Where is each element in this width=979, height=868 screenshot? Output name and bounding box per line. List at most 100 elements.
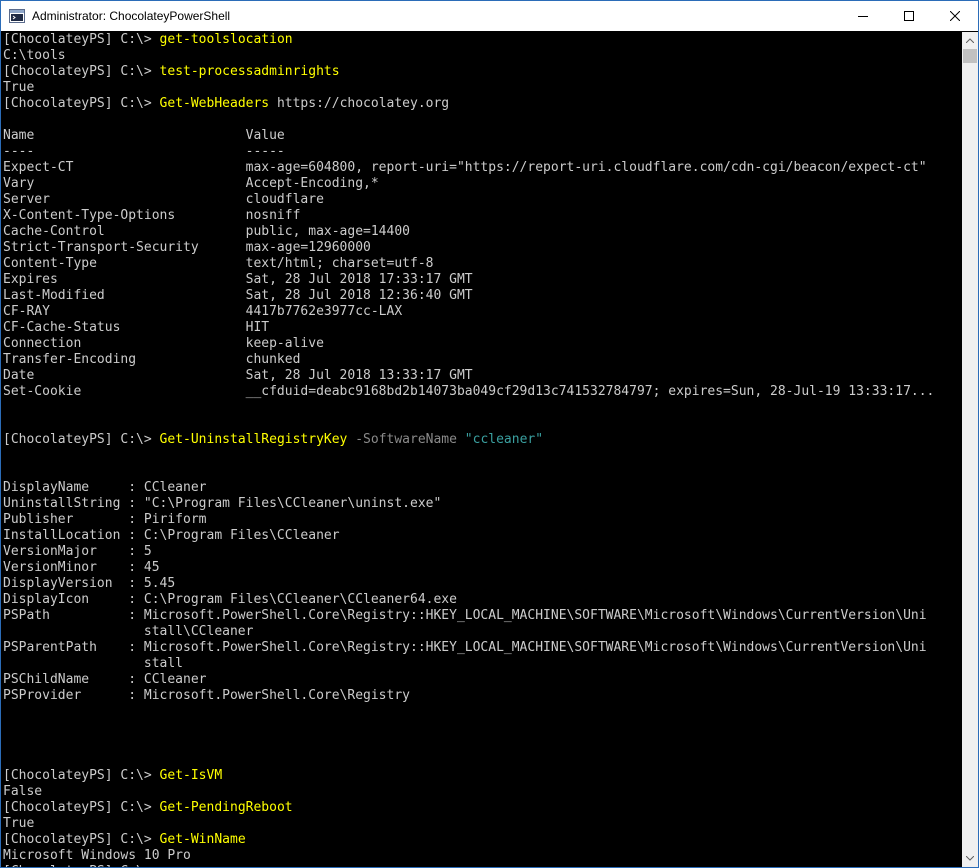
output-text: PSChildName : CCleaner xyxy=(3,672,207,687)
command-text: Get-UninstallRegistryKey xyxy=(159,432,348,447)
output-text: Cache-Control public, max-age=14400 xyxy=(3,224,410,239)
output-text: DisplayVersion : 5.45 xyxy=(3,576,176,591)
maximize-button[interactable] xyxy=(886,1,932,31)
output-text: PSProvider : Microsoft.PowerShell.Core\R… xyxy=(3,688,410,703)
scroll-up-arrow-icon xyxy=(966,38,974,43)
output-text: PSPath : Microsoft.PowerShell.Core\Regis… xyxy=(3,608,927,623)
output-text: PSParentPath : Microsoft.PowerShell.Core… xyxy=(3,640,927,655)
console-line: [ChocolateyPS] C:\> Get-WinName xyxy=(3,832,962,848)
powershell-window: Administrator: ChocolateyPowerShell [Cho… xyxy=(0,0,979,868)
console-line: True xyxy=(3,816,962,832)
console-line: DisplayIcon : C:\Program Files\CCleaner\… xyxy=(3,592,962,608)
console-line: stall\CCleaner xyxy=(3,624,962,640)
powershell-app-icon[interactable] xyxy=(9,8,25,24)
output-text: Transfer-Encoding chunked xyxy=(3,352,301,367)
console-line: [ChocolateyPS] C:\> xyxy=(3,864,962,867)
output-text: VersionMajor : 5 xyxy=(3,544,152,559)
console-line: Publisher : Piriform xyxy=(3,512,962,528)
output-text: UninstallString : "C:\Program Files\CCle… xyxy=(3,496,442,511)
console-line: VersionMinor : 45 xyxy=(3,560,962,576)
maximize-icon xyxy=(904,11,914,21)
console-line: Last-Modified Sat, 28 Jul 2018 12:36:40 … xyxy=(3,288,962,304)
output-text: [ChocolateyPS] C:\> xyxy=(3,832,160,847)
console-line: X-Content-Type-Options nosniff xyxy=(3,208,962,224)
scroll-down-button[interactable] xyxy=(962,850,978,867)
console-line: PSChildName : CCleaner xyxy=(3,672,962,688)
output-text: Vary Accept-Encoding,* xyxy=(3,176,379,191)
console-line: [ChocolateyPS] C:\> Get-WebHeaders https… xyxy=(3,96,962,112)
output-text: VersionMinor : 45 xyxy=(3,560,160,575)
console-line: PSProvider : Microsoft.PowerShell.Core\R… xyxy=(3,688,962,704)
console-line: Name Value xyxy=(3,128,962,144)
console-line: Date Sat, 28 Jul 2018 13:33:17 GMT xyxy=(3,368,962,384)
command-text: Get-PendingReboot xyxy=(159,800,293,815)
scroll-down-arrow-icon xyxy=(966,856,974,861)
title-bar[interactable]: Administrator: ChocolateyPowerShell xyxy=(1,1,978,31)
output-text: [ChocolateyPS] C:\> xyxy=(3,96,160,111)
console-line: [ChocolateyPS] C:\> get-toolslocation xyxy=(3,32,962,48)
console-line: True xyxy=(3,80,962,96)
output-text: [ChocolateyPS] C:\> xyxy=(3,864,160,867)
scroll-up-button[interactable] xyxy=(962,32,978,49)
window-title: Administrator: ChocolateyPowerShell xyxy=(32,9,231,23)
console-output[interactable]: [ChocolateyPS] C:\> get-toolslocation C:\… xyxy=(1,32,962,867)
console-text: [ChocolateyPS] C:\> get-toolslocation C:\… xyxy=(1,32,962,867)
scroll-thumb[interactable] xyxy=(963,49,977,63)
output-text: Date Sat, 28 Jul 2018 13:33:17 GMT xyxy=(3,368,473,383)
console-line: VersionMajor : 5 xyxy=(3,544,962,560)
minimize-button[interactable] xyxy=(840,1,886,31)
output-text: [ChocolateyPS] C:\> xyxy=(3,32,160,47)
vertical-scrollbar[interactable] xyxy=(962,32,978,867)
console-line: stall xyxy=(3,656,962,672)
console-line: Server cloudflare xyxy=(3,192,962,208)
console-line: Set-Cookie __cfduid=deabc9168bd2b14073ba… xyxy=(3,384,962,400)
console-line: [ChocolateyPS] C:\> test-processadminrig… xyxy=(3,64,962,80)
console-line: InstallLocation : C:\Program Files\CClea… xyxy=(3,528,962,544)
console-line: Expect-CT max-age=604800, report-uri="ht… xyxy=(3,160,962,176)
minimize-icon xyxy=(858,16,868,17)
command-text: test-processadminrights xyxy=(159,64,340,79)
console-line: CF-Cache-Status HIT xyxy=(3,320,962,336)
console-line: Transfer-Encoding chunked xyxy=(3,352,962,368)
console-line: CF-RAY 4417b7762e3977cc-LAX xyxy=(3,304,962,320)
output-text: [ChocolateyPS] C:\> xyxy=(3,64,160,79)
output-text: Strict-Transport-Security max-age=129600… xyxy=(3,240,371,255)
output-text: https://chocolatey.org xyxy=(269,96,450,111)
console-line: Microsoft Windows 10 Pro xyxy=(3,848,962,864)
output-text: InstallLocation : C:\Program Files\CClea… xyxy=(3,528,340,543)
console-line: Vary Accept-Encoding,* xyxy=(3,176,962,192)
console-line: ---- ----- xyxy=(3,144,962,160)
string-text: "ccleaner" xyxy=(464,432,544,447)
output-text: True xyxy=(3,80,35,95)
console-line: C:\tools xyxy=(3,48,962,64)
output-text: Set-Cookie __cfduid=deabc9168bd2b14073ba… xyxy=(3,384,935,399)
output-text: C:\tools xyxy=(3,48,66,63)
output-text: [ChocolateyPS] C:\> xyxy=(3,768,160,783)
output-text: Expect-CT max-age=604800, report-uri="ht… xyxy=(3,160,927,175)
console-line: [ChocolateyPS] C:\> Get-IsVM xyxy=(3,768,962,784)
output-text: Content-Type text/html; charset=utf-8 xyxy=(3,256,434,271)
command-text: Get-WebHeaders xyxy=(159,96,270,111)
output-text: DisplayIcon : C:\Program Files\CCleaner\… xyxy=(3,592,457,607)
output-text: Server cloudflare xyxy=(3,192,324,207)
output-text: stall xyxy=(3,656,184,671)
close-button[interactable] xyxy=(932,1,978,31)
console-line: PSPath : Microsoft.PowerShell.Core\Regis… xyxy=(3,608,962,624)
output-text: [ChocolateyPS] C:\> xyxy=(3,800,160,815)
command-text: get-toolslocation xyxy=(159,32,293,47)
output-text: Last-Modified Sat, 28 Jul 2018 12:36:40 … xyxy=(3,288,473,303)
command-text: Get-WinName xyxy=(159,832,246,847)
close-icon xyxy=(950,11,960,21)
console-line: UninstallString : "C:\Program Files\CCle… xyxy=(3,496,962,512)
console-line: PSParentPath : Microsoft.PowerShell.Core… xyxy=(3,640,962,656)
